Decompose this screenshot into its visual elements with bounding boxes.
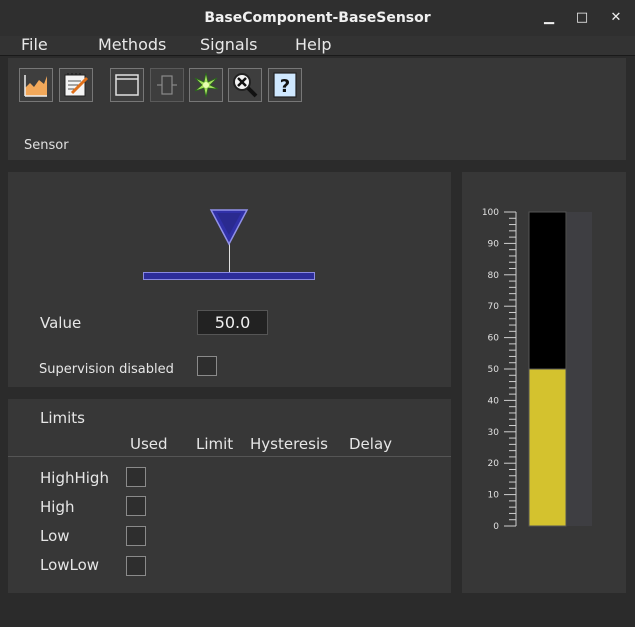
menu-bar: File Methods Signals Help: [0, 36, 635, 56]
component-icon: [157, 75, 177, 95]
limit-low-used-checkbox[interactable]: [126, 526, 146, 546]
gauge-tick-label: 70: [488, 302, 500, 312]
limit-row-high-label: High: [40, 498, 75, 516]
supervision-label: Supervision disabled: [39, 362, 174, 377]
limits-divider: [8, 456, 451, 457]
spark-button[interactable]: [189, 68, 223, 102]
bar-gauge: 1009080706050403020100: [482, 208, 592, 532]
gauge-tick-label: 60: [488, 334, 500, 344]
menu-help[interactable]: Help: [295, 36, 331, 54]
gauge-tick-label: 90: [488, 239, 500, 249]
limit-row-highhigh-label: HighHigh: [40, 469, 109, 487]
limit-highhigh-used-checkbox[interactable]: [126, 467, 146, 487]
maximize-button[interactable]: □: [572, 8, 592, 28]
limit-row-lowlow-label: LowLow: [40, 556, 100, 574]
limits-title: Limits: [40, 409, 85, 427]
gauge-fill: [528, 368, 567, 527]
column-hysteresis: Hysteresis: [250, 435, 328, 453]
trend-button[interactable]: [19, 68, 53, 102]
value-slider-track[interactable]: [143, 272, 315, 280]
value-label: Value: [40, 314, 82, 332]
help-icon: ?: [273, 72, 297, 98]
edit-notes-button[interactable]: [59, 68, 93, 102]
value-panel: Value 50.0 Supervision disabled: [8, 172, 451, 387]
limit-lowlow-used-checkbox[interactable]: [126, 556, 146, 576]
window-icon: [115, 74, 139, 96]
gauge-scale: 1009080706050403020100: [482, 208, 517, 532]
toolbar-panel: ? Sensor: [8, 58, 626, 160]
gauge-tick-label: 0: [493, 522, 499, 532]
supervision-checkbox[interactable]: [197, 356, 217, 376]
spark-icon: [194, 72, 219, 98]
component-button[interactable]: [150, 68, 184, 102]
column-used: Used: [130, 435, 168, 453]
window-button[interactable]: [110, 68, 144, 102]
help-button[interactable]: ?: [268, 68, 302, 102]
gauge-panel: 100 90 80 70 60 50 40 30 20 10 0: [462, 172, 626, 593]
gauge-tick-label: 10: [488, 491, 500, 501]
column-limit: Limit: [196, 435, 234, 453]
object-search-icon: [233, 73, 258, 98]
slider-thumb[interactable]: [209, 208, 249, 246]
limit-row-low-label: Low: [40, 527, 70, 545]
title-bar: BaseComponent-BaseSensor ▁ □ ✕: [0, 0, 635, 36]
help-glyph: ?: [280, 76, 290, 97]
menu-signals[interactable]: Signals: [200, 36, 257, 54]
object-search-button[interactable]: [228, 68, 262, 102]
close-button[interactable]: ✕: [606, 8, 626, 28]
component-type-label: Sensor: [24, 138, 69, 153]
limits-panel: Limits Used Limit Hysteresis Delay HighH…: [8, 399, 451, 593]
column-delay: Delay: [349, 435, 393, 453]
gauge-tick-label: 20: [488, 459, 500, 469]
limit-high-used-checkbox[interactable]: [126, 496, 146, 516]
gauge-tick-label: 100: [482, 208, 499, 218]
gauge-tick-label: 50: [488, 365, 500, 375]
minimize-button[interactable]: ▁: [539, 8, 559, 28]
gauge-tick-label: 80: [488, 271, 500, 281]
value-field[interactable]: 50.0: [197, 310, 268, 335]
menu-methods[interactable]: Methods: [98, 36, 166, 54]
gauge-tick-label: 30: [488, 428, 500, 438]
trend-icon: [23, 72, 49, 98]
gauge-shadow: [567, 212, 592, 526]
edit-notes-icon: [64, 73, 89, 97]
gauge-tick-label: 40: [488, 396, 500, 406]
menu-file[interactable]: File: [21, 36, 48, 54]
